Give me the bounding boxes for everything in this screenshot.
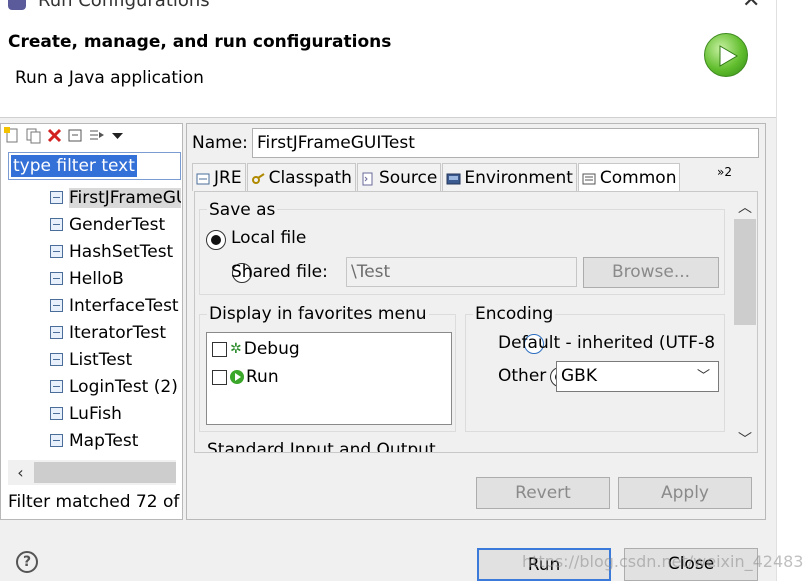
config-tree-item[interactable]: MapTest (46, 427, 181, 454)
java-app-icon (50, 245, 63, 258)
name-field[interactable] (253, 129, 758, 157)
scroll-left-icon[interactable]: ‹ (8, 460, 33, 485)
app-icon (8, 0, 26, 10)
java-app-icon (50, 326, 63, 339)
config-toolbar (4, 125, 126, 145)
tab-source[interactable]: Source (356, 163, 442, 191)
config-tree-item-label: GenderTest (69, 214, 166, 235)
save-as-label: Save as (207, 200, 278, 220)
config-tree-item[interactable]: ListTest (46, 346, 181, 373)
config-tree-item-label: MapTest (69, 430, 139, 451)
config-tree-item[interactable]: InterfaceTest (46, 292, 181, 319)
header-title: Create, manage, and run configurations (8, 32, 392, 52)
scroll-up-icon[interactable]: ︿ (733, 197, 757, 219)
local-file-radio[interactable] (206, 230, 226, 250)
tab-common[interactable]: Common (577, 163, 681, 191)
view-menu-icon[interactable] (109, 127, 126, 144)
filter-message: Filter matched 72 of (8, 492, 180, 512)
java-app-icon (50, 434, 63, 447)
scroll-thumb[interactable] (34, 462, 176, 483)
other-encoding-label: Other (498, 366, 547, 386)
environment-icon (446, 171, 461, 185)
config-tree-item-label: ListTest (69, 349, 133, 370)
shared-file-label: Shared file: (231, 262, 328, 282)
config-tree-item[interactable]: LoginTest (2) (46, 373, 181, 400)
java-app-icon (50, 272, 63, 285)
header-subtitle: Run a Java application (15, 68, 204, 88)
config-tree-item[interactable]: IteratorTest (46, 319, 181, 346)
filter-input-text: type filter text (11, 155, 137, 177)
name-label: Name: (192, 133, 248, 153)
local-file-label: Local file (231, 228, 307, 248)
delete-config-icon[interactable] (46, 127, 63, 144)
help-icon[interactable]: ? (16, 551, 38, 573)
browse-button[interactable]: Browse... (583, 257, 719, 288)
favorite-item-run[interactable]: Run (212, 367, 279, 387)
std-io-label: Standard Input and Output (207, 440, 436, 453)
more-tabs-chevron[interactable]: »2 (717, 165, 732, 179)
config-tree-item-label: InterfaceTest (69, 295, 179, 316)
filter-icon[interactable] (88, 127, 105, 144)
encoding-select[interactable]: GBK ﹀ (556, 361, 719, 392)
close-window-icon[interactable]: ✕ (742, 0, 760, 12)
encoding-label: Encoding (473, 304, 556, 324)
classpath-icon (251, 171, 266, 185)
filter-input[interactable]: type filter text (8, 152, 181, 180)
dialog-header (0, 12, 776, 118)
run-icon (230, 370, 244, 384)
java-app-icon (50, 407, 63, 420)
name-input[interactable] (252, 128, 759, 158)
java-app-icon (50, 218, 63, 231)
tab-jre[interactable]: JRE (192, 163, 246, 191)
duplicate-config-icon[interactable] (25, 127, 42, 144)
window-title: Run Configurations (38, 0, 210, 11)
java-app-icon (50, 353, 63, 366)
tab-classpath[interactable]: Classpath (246, 163, 356, 191)
favorites-list: ✲ Debug Run (206, 332, 452, 425)
config-tree-item[interactable]: HashSetTest (46, 238, 181, 265)
scroll-down-icon[interactable]: ﹀ (733, 429, 757, 451)
config-tabs: JRE Classpath Source Environment Common (192, 163, 681, 191)
java-app-icon (50, 191, 63, 204)
watermark: https://blog.csdn.net/weixin_42483368 (522, 552, 804, 571)
chevron-down-icon: ﹀ (696, 369, 710, 384)
config-tree-item-label: IteratorTest (69, 322, 167, 343)
common-icon (582, 171, 597, 185)
java-app-icon (50, 380, 63, 393)
config-tree-item-label: LoginTest (2) (69, 376, 178, 397)
revert-button[interactable]: Revert (476, 477, 610, 509)
jre-icon (196, 171, 211, 185)
java-app-icon (50, 299, 63, 312)
config-tree-item-label: FirstJFrameGUITest (69, 187, 181, 208)
vertical-scroll-thumb[interactable] (734, 219, 756, 325)
config-tree-item-label: HelloB (69, 268, 124, 289)
favorite-item-debug[interactable]: ✲ Debug (212, 339, 300, 359)
config-tree-item-label: HashSetTest (69, 241, 174, 262)
common-tab-content: Save as Local file Shared file: \Test Br… (194, 191, 758, 453)
favorites-label: Display in favorites menu (207, 304, 429, 324)
tab-environment[interactable]: Environment (442, 163, 577, 191)
config-tree-item[interactable]: FirstJFrameGUITest (46, 184, 181, 211)
run-banner-icon (704, 33, 748, 77)
left-horizontal-scrollbar[interactable]: ‹ (8, 460, 176, 485)
shared-file-field[interactable]: \Test (346, 257, 577, 287)
new-config-icon[interactable] (4, 126, 21, 144)
config-tree-item[interactable]: GenderTest (46, 211, 181, 238)
title-bar: Run Configurations ✕ (0, 0, 776, 12)
default-encoding-label: Default - inherited (UTF-8 (498, 333, 716, 353)
config-tree-item-label: LuFish (69, 403, 122, 424)
debug-checkbox[interactable] (212, 341, 227, 357)
bug-icon: ✲ (230, 341, 242, 357)
run-checkbox[interactable] (212, 369, 227, 385)
config-tree-item[interactable]: LuFish (46, 400, 181, 427)
desktop-strip (776, 0, 804, 581)
config-tree-item[interactable]: HelloB (46, 265, 181, 292)
collapse-all-icon[interactable] (67, 127, 84, 144)
config-tree: FirstJFrameGUITest GenderTest HashSetTest H… (46, 184, 181, 454)
apply-button[interactable]: Apply (618, 477, 752, 509)
source-icon (361, 171, 376, 185)
tab-vertical-scrollbar[interactable]: ︿ ﹀ (733, 193, 757, 451)
